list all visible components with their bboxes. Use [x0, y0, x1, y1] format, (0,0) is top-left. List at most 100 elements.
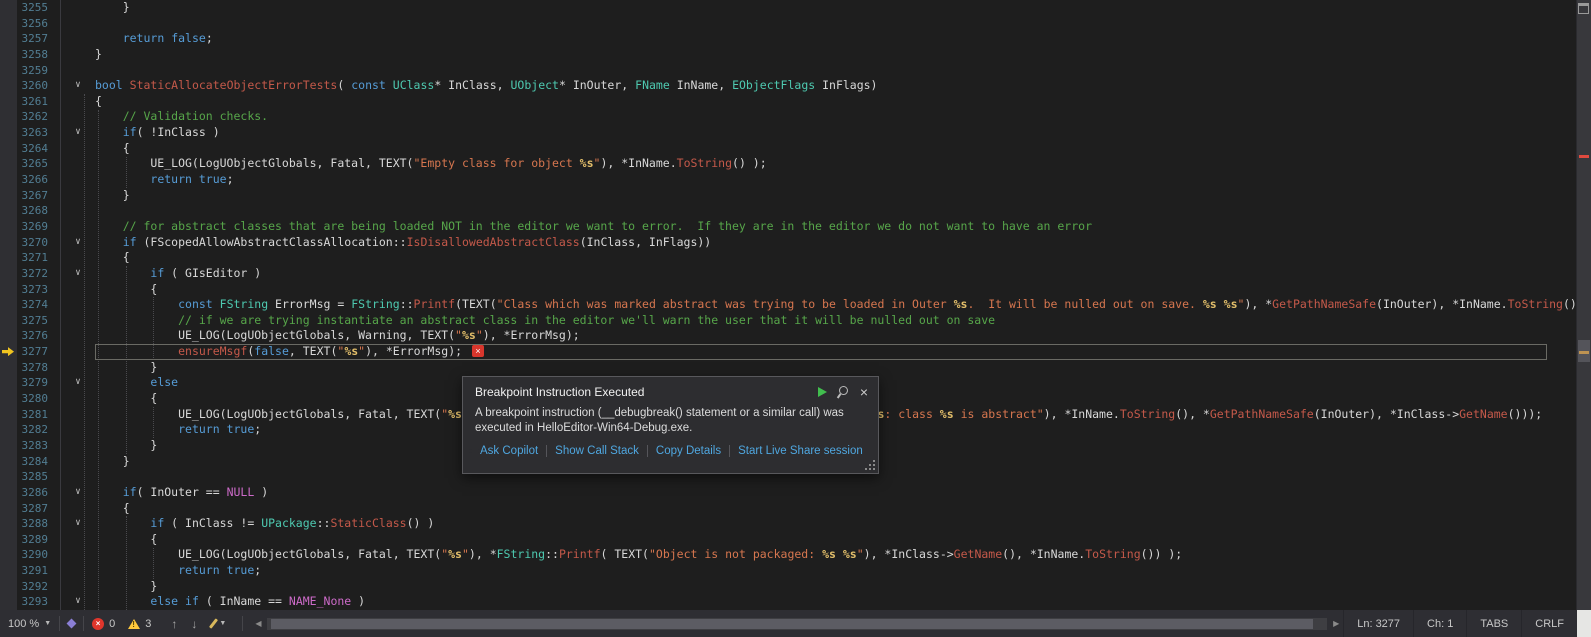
breakpoint-margin[interactable]: [0, 313, 17, 329]
breakpoint-margin[interactable]: [0, 391, 17, 407]
code-text[interactable]: ensureMsgf(false, TEXT("%s"), *ErrorMsg)…: [95, 344, 1577, 360]
popup-link-copy-details[interactable]: Copy Details: [647, 445, 729, 457]
code-line[interactable]: 3277 ensureMsgf(false, TEXT("%s"), *Erro…: [0, 344, 1577, 360]
status-tabs-mode[interactable]: TABS: [1466, 610, 1521, 637]
code-text[interactable]: }: [95, 579, 1577, 595]
breakpoint-margin[interactable]: [0, 266, 17, 282]
code-text[interactable]: if ( InClass != UPackage::StaticClass() …: [95, 516, 1577, 532]
fold-collapse-icon[interactable]: ∨: [61, 235, 95, 251]
continue-play-icon[interactable]: [818, 387, 827, 397]
line-number[interactable]: 3286: [17, 485, 48, 501]
code-line[interactable]: 3291 return true;: [0, 563, 1577, 579]
line-number[interactable]: 3288: [17, 516, 48, 532]
line-number[interactable]: 3272: [17, 266, 48, 282]
line-number[interactable]: 3265: [17, 156, 48, 172]
code-text[interactable]: {: [95, 501, 1577, 517]
breakpoint-margin[interactable]: [0, 328, 17, 344]
code-text[interactable]: {: [95, 532, 1577, 548]
breakpoint-margin[interactable]: [0, 407, 17, 423]
line-number[interactable]: 3267: [17, 188, 48, 204]
breakpoint-margin[interactable]: [0, 485, 17, 501]
breakpoint-margin[interactable]: [0, 63, 17, 79]
line-number[interactable]: 3274: [17, 297, 48, 313]
breakpoint-margin[interactable]: [0, 219, 17, 235]
breakpoint-margin[interactable]: [0, 109, 17, 125]
breakpoint-margin[interactable]: [0, 188, 17, 204]
code-text[interactable]: UE_LOG(LogUObjectGlobals, Fatal, TEXT("E…: [95, 156, 1577, 172]
breakpoint-margin[interactable]: [0, 94, 17, 110]
fold-collapse-icon[interactable]: ∨: [61, 485, 95, 501]
line-number[interactable]: 3278: [17, 360, 48, 376]
code-line[interactable]: 3269 // for abstract classes that are be…: [0, 219, 1577, 235]
breakpoint-margin[interactable]: [0, 579, 17, 595]
breakpoint-margin[interactable]: [0, 235, 17, 251]
fold-collapse-icon[interactable]: ∨: [61, 78, 95, 94]
breakpoint-margin[interactable]: [0, 156, 17, 172]
popup-link-ask-copilot[interactable]: Ask Copilot: [480, 445, 546, 457]
code-line[interactable]: 3286 ∨ if( InOuter == NULL ): [0, 485, 1577, 501]
line-number[interactable]: 3266: [17, 172, 48, 188]
horizontal-scrollbar-track[interactable]: [267, 618, 1327, 630]
code-line[interactable]: 3273 {: [0, 282, 1577, 298]
fold-collapse-icon[interactable]: ∨: [61, 266, 95, 282]
breakpoint-margin[interactable]: [0, 422, 17, 438]
fold-collapse-icon[interactable]: ∨: [61, 594, 95, 610]
code-line[interactable]: 3292 }: [0, 579, 1577, 595]
code-text[interactable]: UE_LOG(LogUObjectGlobals, Warning, TEXT(…: [95, 328, 1577, 344]
code-text[interactable]: }: [95, 188, 1577, 204]
zoom-control[interactable]: 100 % ▼: [8, 618, 51, 630]
code-line[interactable]: 3290 UE_LOG(LogUObjectGlobals, Fatal, TE…: [0, 547, 1577, 563]
code-text[interactable]: UE_LOG(LogUObjectGlobals, Fatal, TEXT("%…: [95, 547, 1577, 563]
breakpoint-margin[interactable]: [0, 250, 17, 266]
code-line[interactable]: 3293∨ else if ( InName == NAME_None ): [0, 594, 1577, 610]
fold-collapse-icon[interactable]: ∨: [61, 516, 95, 532]
code-text[interactable]: // Validation checks.: [95, 109, 1577, 125]
line-number[interactable]: 3283: [17, 438, 48, 454]
breakpoint-margin[interactable]: [0, 282, 17, 298]
line-number[interactable]: 3263: [17, 125, 48, 141]
pin-icon[interactable]: [837, 384, 850, 397]
code-line[interactable]: 3274 const FString ErrorMsg = FString::P…: [0, 297, 1577, 313]
breakpoint-margin[interactable]: [0, 203, 17, 219]
code-line[interactable]: 3264 {: [0, 141, 1577, 157]
breakpoint-margin[interactable]: [0, 0, 17, 16]
code-text[interactable]: else if ( InName == NAME_None ): [95, 594, 1577, 610]
line-number[interactable]: 3280: [17, 391, 48, 407]
code-line[interactable]: 3268: [0, 203, 1577, 219]
breakpoint-margin[interactable]: [0, 47, 17, 63]
line-number[interactable]: 3292: [17, 579, 48, 595]
code-line[interactable]: 3272∨ if ( GIsEditor ): [0, 266, 1577, 282]
code-text[interactable]: if( InOuter == NULL ): [95, 485, 1577, 501]
code-line[interactable]: 3278 }: [0, 360, 1577, 376]
code-text[interactable]: }: [95, 0, 1577, 16]
code-area[interactable]: 3255 }32563257 return false;3258}3259326…: [0, 0, 1577, 610]
code-text[interactable]: if (FScopedAllowAbstractClassAllocation:…: [95, 235, 1577, 251]
code-line[interactable]: 3256: [0, 16, 1577, 32]
resize-grip[interactable]: [873, 468, 875, 470]
status-column[interactable]: Ch: 1: [1413, 610, 1466, 637]
line-number[interactable]: 3279: [17, 375, 48, 391]
code-line[interactable]: 3257 return false;: [0, 31, 1577, 47]
line-number[interactable]: 3269: [17, 219, 48, 235]
pan-mode-icon[interactable]: [68, 618, 75, 630]
code-line[interactable]: 3260∨bool StaticAllocateObjectErrorTests…: [0, 78, 1577, 94]
code-line[interactable]: 3263∨ if( !InClass ): [0, 125, 1577, 141]
line-number[interactable]: 3256: [17, 16, 48, 32]
line-number[interactable]: 3277: [17, 344, 48, 360]
code-text[interactable]: }: [95, 360, 1577, 376]
breakpoint-margin[interactable]: [0, 532, 17, 548]
code-line[interactable]: 3275 // if we are trying instantiate an …: [0, 313, 1577, 329]
code-line[interactable]: 3259: [0, 63, 1577, 79]
line-number[interactable]: 3289: [17, 532, 48, 548]
code-text[interactable]: [95, 16, 1577, 32]
line-number[interactable]: 3287: [17, 501, 48, 517]
split-editor-icon[interactable]: [1578, 3, 1589, 14]
fold-collapse-icon[interactable]: ∨: [61, 375, 95, 391]
fold-collapse-icon[interactable]: ∨: [61, 125, 95, 141]
line-number[interactable]: 3264: [17, 141, 48, 157]
horizontal-scrollbar[interactable]: ◀ ▶: [251, 610, 1343, 637]
code-line[interactable]: 3258}: [0, 47, 1577, 63]
line-number[interactable]: 3275: [17, 313, 48, 329]
code-line[interactable]: 3262 // Validation checks.: [0, 109, 1577, 125]
code-line[interactable]: 3255 }: [0, 0, 1577, 16]
